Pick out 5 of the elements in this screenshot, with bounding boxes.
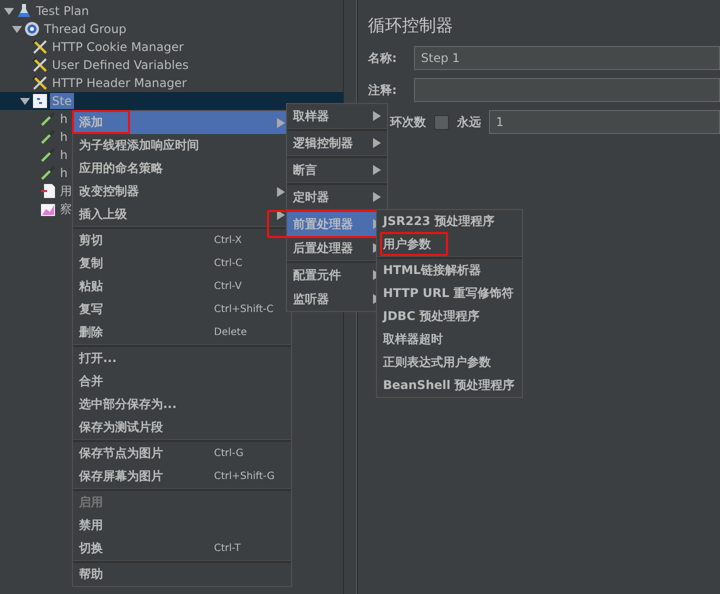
field-label: 名称: bbox=[368, 50, 398, 66]
panel-title: 循环控制器 bbox=[368, 15, 454, 38]
field-label: 注释: bbox=[368, 82, 398, 98]
checkbox-label: 永远 bbox=[457, 114, 481, 130]
field-label: 环次数 bbox=[390, 114, 426, 130]
